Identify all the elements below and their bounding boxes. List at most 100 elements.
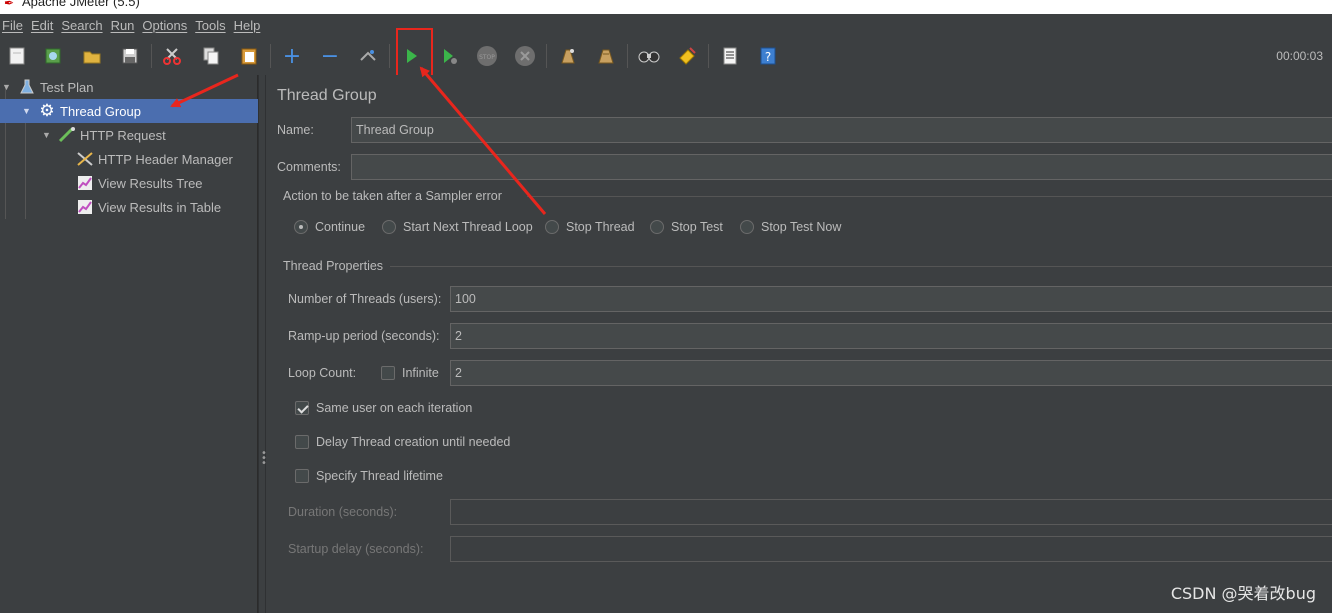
radio-continue[interactable]: Continue <box>294 220 365 234</box>
templates-icon[interactable] <box>40 43 66 69</box>
same-user-checkbox[interactable]: Same user on each iteration <box>295 401 472 415</box>
flask-icon <box>18 78 36 96</box>
threads-label: Number of Threads (users): <box>288 292 442 306</box>
chevron-down-icon[interactable]: ▼ <box>42 130 52 140</box>
radio-start-next-thread-loop[interactable]: Start Next Thread Loop <box>382 220 533 234</box>
checkbox-label: Specify Thread lifetime <box>316 469 443 483</box>
page-title: Thread Group <box>277 87 377 104</box>
name-label: Name: <box>277 123 314 137</box>
checkbox-label: Infinite <box>402 366 439 380</box>
collapse-icon[interactable]: − <box>317 43 343 69</box>
radio-label: Start Next Thread Loop <box>403 220 533 234</box>
checkbox-icon <box>295 469 309 483</box>
window-title: Apache JMeter (5.5) <box>22 0 140 9</box>
checkbox-icon <box>295 435 309 449</box>
rampup-field[interactable]: 2 <box>450 323 1332 349</box>
menu-run[interactable]: Run <box>111 18 135 33</box>
svg-text:STOP: STOP <box>479 54 495 61</box>
duration-label: Duration (seconds): <box>288 505 398 519</box>
radio-icon <box>382 220 396 234</box>
radio-stop-thread[interactable]: Stop Thread <box>545 220 635 234</box>
paste-icon[interactable] <box>236 43 262 69</box>
tree-item-http-request[interactable]: ▼ HTTP Request <box>0 123 258 147</box>
chart-icon <box>76 198 94 216</box>
help-icon[interactable]: ? <box>755 43 781 69</box>
loop-count-field[interactable]: 2 <box>450 360 1332 386</box>
function-helper-icon[interactable] <box>717 43 743 69</box>
duration-field[interactable] <box>450 499 1332 525</box>
loop-count-label: Loop Count: <box>288 366 357 380</box>
shutdown-icon[interactable] <box>512 43 538 69</box>
infinite-checkbox[interactable]: Infinite <box>381 366 439 380</box>
radio-label: Stop Test Now <box>761 220 842 234</box>
tree-item-label: View Results Tree <box>98 175 203 191</box>
tree-item-label: HTTP Request <box>80 127 166 143</box>
search-icon[interactable] <box>636 43 662 69</box>
jmeter-icon: ✒ <box>4 0 15 10</box>
thread-lifetime-checkbox[interactable]: Specify Thread lifetime <box>295 469 443 483</box>
threads-field[interactable]: 100 <box>450 286 1332 312</box>
expand-icon[interactable]: + <box>279 43 305 69</box>
radio-label: Stop Thread <box>566 220 635 234</box>
clear-all-icon[interactable] <box>593 43 619 69</box>
new-icon[interactable] <box>4 43 30 69</box>
menu-search[interactable]: Search <box>61 18 102 33</box>
stop-icon[interactable]: STOP <box>474 43 500 69</box>
menu-options[interactable]: Options <box>142 18 187 33</box>
title-bar: ✒ Apache JMeter (5.5) <box>0 0 1332 14</box>
thread-group-panel: Thread Group Name: Thread Group Comments… <box>267 75 1332 613</box>
menu-help[interactable]: Help <box>234 18 261 33</box>
tree-item-http-header-manager[interactable]: HTTP Header Manager <box>0 147 258 171</box>
tree-item-test-plan[interactable]: ▼ Test Plan <box>0 75 258 99</box>
tree-item-thread-group[interactable]: ▼ ⚙ Thread Group <box>0 99 258 123</box>
startup-delay-label: Startup delay (seconds): <box>288 542 424 556</box>
chevron-down-icon[interactable]: ▼ <box>2 82 12 92</box>
menu-bar: File Edit Search Run Options Tools Help <box>0 14 1332 36</box>
sampler-error-group-title: Action to be taken after a Sampler error <box>283 189 502 203</box>
radio-selected-icon <box>294 220 308 234</box>
cut-icon[interactable] <box>159 43 185 69</box>
menu-tools[interactable]: Tools <box>195 18 225 33</box>
startup-delay-field[interactable] <box>450 536 1332 562</box>
menu-edit[interactable]: Edit <box>31 18 53 33</box>
reset-search-icon[interactable] <box>674 43 700 69</box>
radio-label: Stop Test <box>671 220 723 234</box>
thread-properties-group-title: Thread Properties <box>283 259 384 273</box>
menu-file[interactable]: File <box>2 18 23 33</box>
tree-item-label: HTTP Header Manager <box>98 151 233 167</box>
radio-icon <box>545 220 559 234</box>
name-field[interactable]: Thread Group <box>351 117 1332 143</box>
copy-icon[interactable] <box>198 43 224 69</box>
tree-item-view-results-tree[interactable]: View Results Tree <box>0 171 258 195</box>
tree-item-view-results-in-table[interactable]: View Results in Table <box>0 195 258 219</box>
annotation-highlight-box <box>396 28 433 82</box>
svg-text:?: ? <box>765 50 771 64</box>
tree-item-label: Thread Group <box>60 103 141 119</box>
gear-icon: ⚙ <box>39 101 55 120</box>
rampup-label: Ramp-up period (seconds): <box>288 329 440 343</box>
delay-thread-checkbox[interactable]: Delay Thread creation until needed <box>295 435 510 449</box>
clear-icon[interactable] <box>555 43 581 69</box>
test-plan-tree: ▼ Test Plan ▼ ⚙ Thread Group ▼ HTTP Requ… <box>0 75 258 613</box>
tools-icon <box>76 150 94 168</box>
comments-field[interactable] <box>351 154 1332 180</box>
start-no-pauses-icon[interactable] <box>436 43 462 69</box>
radio-stop-test[interactable]: Stop Test <box>650 220 723 234</box>
radio-icon <box>740 220 754 234</box>
radio-stop-test-now[interactable]: Stop Test Now <box>740 220 841 234</box>
open-icon[interactable] <box>79 43 105 69</box>
chevron-down-icon[interactable]: ▼ <box>22 106 32 116</box>
tree-item-label: Test Plan <box>40 79 94 95</box>
toggle-icon[interactable] <box>355 43 381 69</box>
panel-splitter[interactable]: • • • <box>258 75 267 613</box>
toolbar: + − STOP ? 00:00:03 <box>0 38 1332 74</box>
elapsed-timer: 00:00:03 <box>1276 49 1323 63</box>
checkbox-checked-icon <box>295 401 309 415</box>
pipette-icon <box>58 126 76 144</box>
save-icon[interactable] <box>117 43 143 69</box>
watermark: CSDN @哭着改bug <box>1170 584 1316 603</box>
radio-label: Continue <box>315 220 366 234</box>
checkbox-label: Same user on each iteration <box>316 401 473 415</box>
checkbox-icon <box>381 366 395 380</box>
checkbox-label: Delay Thread creation until needed <box>316 435 511 449</box>
